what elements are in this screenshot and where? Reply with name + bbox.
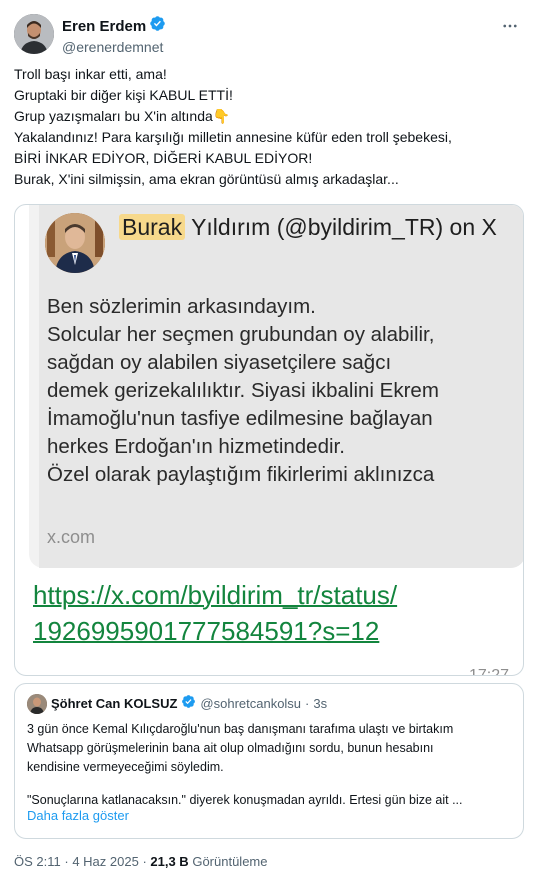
highlighted-name: Burak: [119, 214, 186, 240]
author-name[interactable]: Eren Erdem: [62, 17, 146, 36]
status-link-line: https://x.com/byildirim_tr/status/: [33, 580, 398, 610]
post-time[interactable]: ÖS 2:11: [14, 854, 61, 869]
post-date[interactable]: 4 Haz 2025: [72, 854, 139, 869]
verified-badge-icon: [181, 694, 196, 714]
preview-title-rest: Yıldırım (@byildirim_TR) on X: [191, 214, 497, 240]
quoted-line: kendisine vermeyeceğimi söyledim.: [27, 760, 224, 774]
tweet-line: Burak, X'ini silmişsin, ama ekran görünt…: [14, 171, 399, 187]
status-link-line: 1926995901777584591?s=12: [33, 616, 380, 646]
preview-domain: x.com: [47, 527, 96, 547]
tweet-text: Troll başı inkar etti, ama! Gruptaki bir…: [14, 64, 520, 190]
tweet-header: Eren Erdem @erenerdemnet: [14, 14, 524, 57]
status-link: https://x.com/byildirim_tr/status/ 19269…: [33, 577, 513, 649]
quoted-avatar[interactable]: [27, 694, 47, 714]
author-avatar[interactable]: [14, 14, 54, 54]
author-handle[interactable]: @erenerdemnet: [62, 38, 166, 57]
views-count: 21,3 B: [150, 854, 189, 869]
separator-dot: ·: [305, 696, 310, 711]
tweet-line: Troll başı inkar etti, ama!: [14, 66, 167, 82]
preview-line: demek gerizekalılıktır. Siyasi ikbalini …: [47, 379, 439, 402]
quoted-line: 3 gün önce Kemal Kılıçdaroğlu'nun baş da…: [27, 722, 454, 736]
link-preview-inner: Burak Yıldırım (@byildirim_TR) on X Ben …: [39, 205, 523, 568]
quoted-tweet[interactable]: Şöhret Can KOLSUZ @sohretcankolsu · 3s 3…: [14, 683, 524, 839]
tweet-line: Yakalandınız! Para karşılığı milletin an…: [14, 129, 452, 145]
preview-line: Solcular her seçmen grubundan oy alabili…: [47, 323, 435, 346]
quoted-line: [27, 777, 517, 791]
quoted-time[interactable]: 3s: [313, 695, 327, 713]
tweet-line: BİRİ İNKAR EDİYOR, DİĞERİ KABUL EDİYOR!: [14, 150, 313, 166]
preview-avatar: [45, 213, 105, 273]
preview-line: herkes Erdoğan'ın hizmetindedir.: [47, 435, 345, 458]
attached-image[interactable]: Burak Yıldırım (@byildirim_TR) on X Ben …: [14, 204, 524, 676]
quoted-line: Whatsapp görüşmelerinin bana ait olup ol…: [27, 741, 434, 755]
show-more-link[interactable]: Daha fazla göster: [27, 808, 129, 823]
preview-title: Burak Yıldırım (@byildirim_TR) on X: [119, 213, 519, 242]
link-preview-card: Burak Yıldırım (@byildirim_TR) on X Ben …: [29, 205, 523, 568]
verified-badge-icon: [149, 15, 166, 37]
quoted-author-handle[interactable]: @sohretcankolsu: [200, 695, 301, 713]
quoted-text: 3 gün önce Kemal Kılıçdaroğlu'nun baş da…: [27, 720, 517, 810]
tweet-line: Grup yazışmaları bu X'in altında👇: [14, 108, 231, 124]
preview-line: Ben sözlerimin arkasındayım.: [47, 295, 316, 318]
views-label: Görüntüleme: [192, 854, 268, 869]
preview-line: İmamoğlu'nun tasfiye edilmesine bağlayan: [47, 407, 433, 430]
tweet-footer: ÖS 2:11 · 4 Haz 2025 · 21,3 B Görüntülem…: [14, 854, 267, 869]
message-time: 17:27: [468, 667, 509, 676]
more-options-icon[interactable]: [500, 16, 520, 36]
quoted-author-name[interactable]: Şöhret Can KOLSUZ: [51, 695, 177, 713]
preview-body: Ben sözlerimin arkasındayım. Solcular he…: [47, 293, 523, 489]
preview-line: Özel olarak paylaştığım fikirlerimi aklı…: [47, 463, 435, 486]
preview-line: sağdan oy alabilen siyasetçilere sağcı: [47, 351, 392, 374]
tweet-line: Gruptaki bir diğer kişi KABUL ETTİ!: [14, 87, 233, 103]
